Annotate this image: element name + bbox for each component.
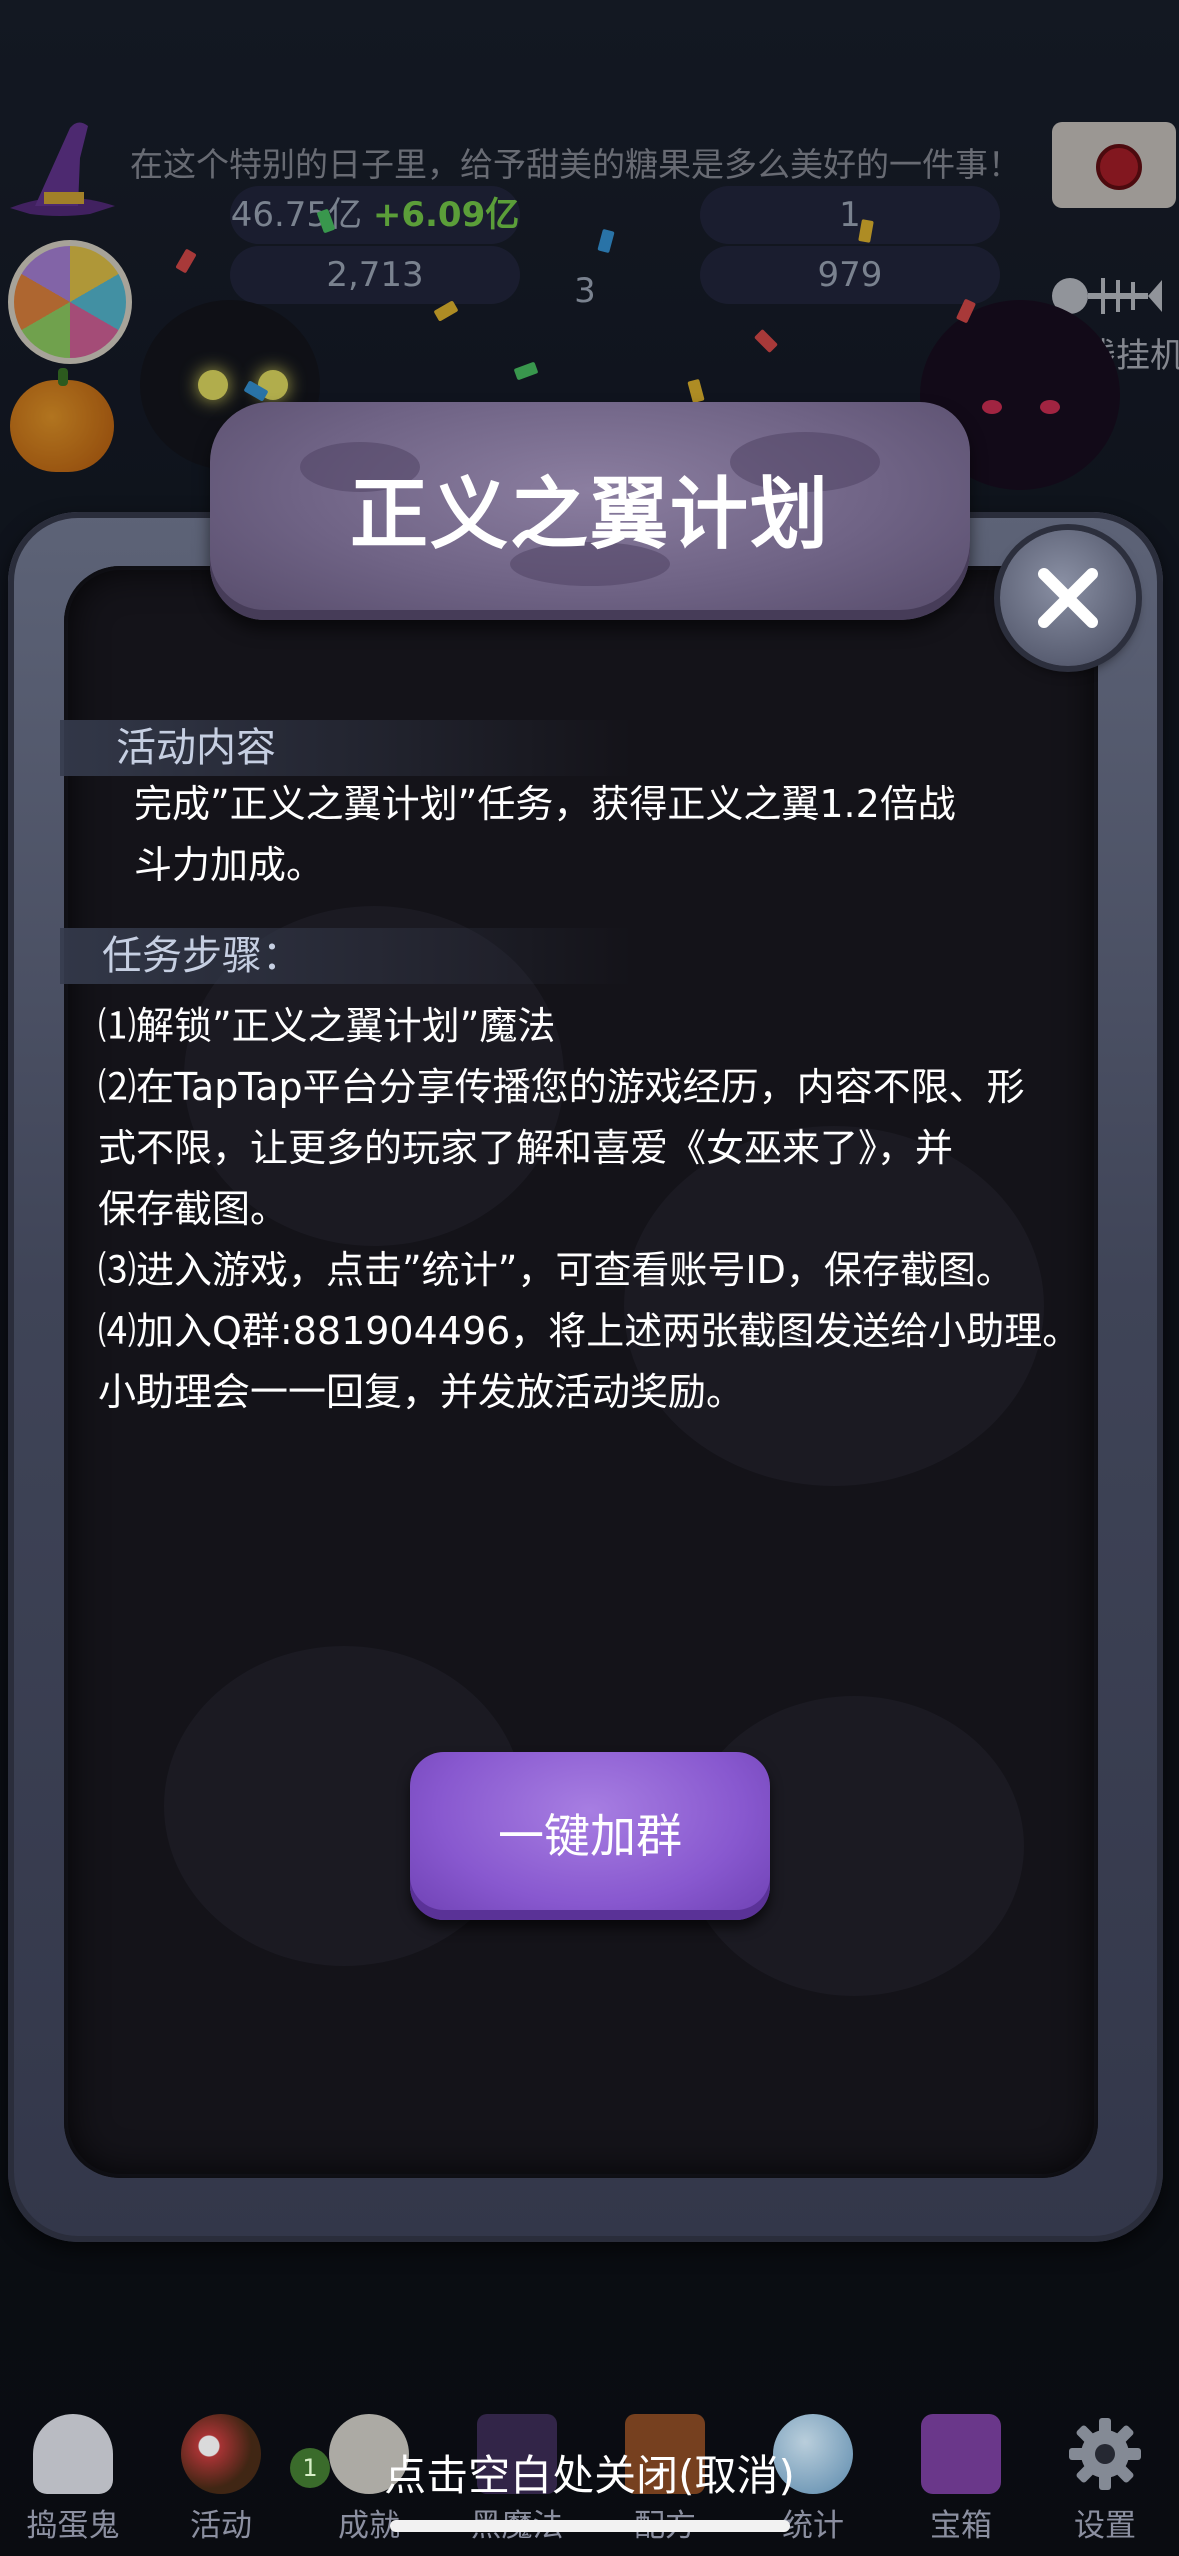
content-text: 完成”正义之翼计划”任务，获得正义之翼1.2倍战 斗力加成。: [134, 782, 956, 887]
step-4: ⑷加入Q群:881904496，将上述两张截图发送给小助理。: [98, 1309, 1081, 1353]
join-group-button[interactable]: 一键加群: [410, 1752, 770, 1920]
game-screen: 在这个特别的日子里，给予甜美的糖果是多么美好的一件事！ 46.75亿 +6.09…: [0, 0, 1179, 2556]
step-2: ⑵在TapTap平台分享传播您的游戏经历，内容不限、形: [98, 1065, 1025, 1109]
close-button[interactable]: [1000, 530, 1136, 666]
title-plate: 正义之翼计划: [210, 402, 970, 620]
dialog-title: 正义之翼计划: [349, 470, 830, 560]
steps-text: ⑴解锁”正义之翼计划”魔法 ⑵在TapTap平台分享传播您的游戏经历，内容不限、…: [98, 996, 1098, 1423]
content-heading: 活动内容: [60, 720, 632, 776]
home-indicator[interactable]: [390, 2520, 790, 2532]
close-icon: [1038, 568, 1098, 628]
step-3: ⑶进入游戏，点击”统计”，可查看账号ID，保存截图。: [98, 1248, 1014, 1292]
close-hint[interactable]: 点击空白处关闭(取消): [0, 2448, 1179, 2504]
step-1: ⑴解锁”正义之翼计划”魔法: [98, 1004, 556, 1048]
steps-heading: 任务步骤：: [60, 928, 632, 984]
